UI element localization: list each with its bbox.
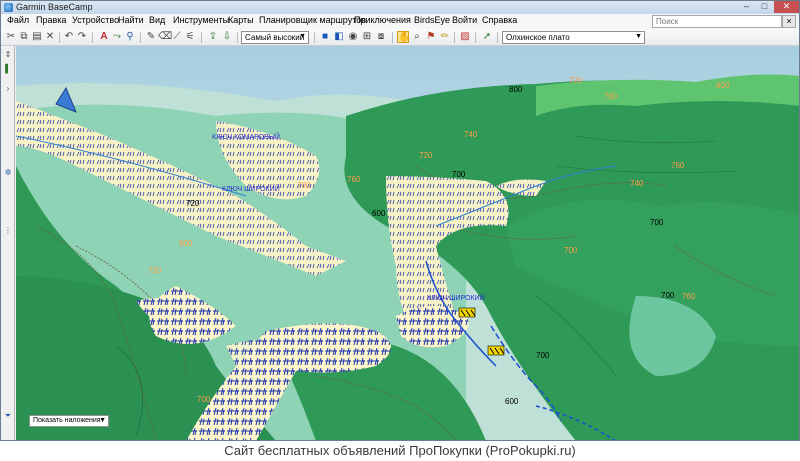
elevation-label: 760 <box>604 92 618 101</box>
elevation-label: 600 <box>505 397 519 406</box>
panel-toggle-icon[interactable]: ⇕ <box>3 50 13 60</box>
basecamp-icon <box>4 3 13 12</box>
map-dropdown[interactable]: Олхинское плато ▼ <box>502 31 645 44</box>
pencil-icon[interactable]: ✎ <box>145 31 157 43</box>
flag-icon[interactable]: ➚ <box>481 31 493 43</box>
label-klyuch-shirokiy-2: КЛЮЧ ШИРОКИЙ <box>427 293 485 302</box>
text-icon[interactable]: A <box>98 31 110 43</box>
elevation-label: 760 <box>671 161 685 170</box>
elevation-label: 720 <box>419 151 433 160</box>
elevation-label: 700 <box>564 246 578 255</box>
hand-icon[interactable]: ✋ <box>397 31 410 43</box>
menu-tools[interactable]: Инструменты <box>173 15 229 25</box>
stripe-icon[interactable]: ▨ <box>459 31 471 43</box>
map-canvas[interactable]: КЛЮЧ КОМАРОВЫЙ КЛЮЧ ШИРОКИЙ КЛЮЧ ШИРОКИЙ… <box>16 46 800 441</box>
watermark-footer: Сайт бесплатных объявлений ПроПокупки (P… <box>0 441 800 461</box>
filter-icon[interactable]: ⏷ <box>3 411 13 421</box>
menu-birdseye[interactable]: BirdsEye <box>414 15 450 25</box>
warning-marker <box>487 345 505 356</box>
elevation-label: 600 <box>372 209 386 218</box>
toolbar: ✂ ⧉ ▤ ✕ ↶ ↷ A ⤳ ⚲ ✎ ⌫ ⟋ ⚟ ⇪ ⇩ Самый высо… <box>1 29 799 46</box>
detail-dropdown[interactable]: Самый высокий ▼ <box>241 31 309 44</box>
overlay-dropdown[interactable]: Показать наложения ▼ <box>29 415 109 427</box>
elevation-label: 700 <box>452 170 466 179</box>
menu-find[interactable]: Найти <box>118 15 144 25</box>
redo-icon[interactable]: ↷ <box>76 31 88 43</box>
route-icon[interactable]: ⚲ <box>124 31 136 43</box>
ruler-icon[interactable]: ⟋ <box>171 31 183 43</box>
elevation-label: 720 <box>148 266 162 275</box>
window-title: Garmin BaseCamp <box>16 2 93 12</box>
map-3d-view[interactable]: КЛЮЧ КОМАРОВЫЙ КЛЮЧ ШИРОКИЙ КЛЮЧ ШИРОКИЙ… <box>16 46 800 441</box>
elevation-label: 800 <box>179 239 193 248</box>
elevation-label: 700 <box>650 218 664 227</box>
pin-icon[interactable]: ⚑ <box>425 31 437 43</box>
elevation-label: 720 <box>569 76 583 85</box>
elevation-label: 700 <box>297 181 311 190</box>
app-window: Garmin BaseCamp – □ ✕ Файл Правка Устрой… <box>0 0 800 441</box>
elevation-label: 760 <box>347 175 361 184</box>
left-panel: ⇕ ▌ › ✲ ⋮ ⏷ <box>1 46 15 440</box>
splitter-icon[interactable]: ⋮ <box>3 226 13 236</box>
eraser-icon[interactable]: ⌫ <box>158 31 172 43</box>
map-dropdown-value: Олхинское плато <box>506 33 570 42</box>
cut-icon[interactable]: ✂ <box>5 31 17 43</box>
zoom-icon[interactable]: ⌕ <box>411 31 423 43</box>
elevation-label: 760 <box>682 292 696 301</box>
chevron-down-icon: ▼ <box>299 33 306 40</box>
paste-icon[interactable]: ▤ <box>31 31 43 43</box>
menu-view[interactable]: Вид <box>149 15 165 25</box>
settings-icon[interactable]: ✲ <box>3 168 13 178</box>
overlay-dropdown-value: Показать наложения <box>33 417 101 424</box>
chevron-down-icon: ▼ <box>99 417 106 424</box>
chevron-down-icon: ▼ <box>635 33 642 40</box>
layers-icon[interactable]: ⧇ <box>375 31 387 43</box>
elevation-label: 720 <box>186 199 200 208</box>
grid-icon[interactable]: ⊞ <box>361 31 373 43</box>
elevation-label: 740 <box>464 130 478 139</box>
measure2-icon[interactable]: ⚟ <box>184 31 196 43</box>
library-icon[interactable]: ▌ <box>3 64 13 74</box>
search-clear-button[interactable]: × <box>782 15 796 28</box>
label-klyuch-shirokiy-1: КЛЮЧ ШИРОКИЙ <box>222 184 280 193</box>
title-bar: Garmin BaseCamp – □ ✕ <box>1 1 799 14</box>
elevation-label: 700 <box>536 351 550 360</box>
menu-edit[interactable]: Правка <box>36 15 66 25</box>
pencil2-icon[interactable]: ✏ <box>439 31 451 43</box>
elevation-label: 700 <box>197 395 211 404</box>
warning-marker <box>458 307 476 318</box>
label-klyuch-komarovy: КЛЮЧ КОМАРОВЫЙ <box>212 132 280 141</box>
minimize-button[interactable]: – <box>738 1 755 13</box>
menu-login[interactable]: Войти <box>452 15 477 25</box>
map-2d-icon[interactable]: ■ <box>319 31 331 43</box>
map-3d-icon[interactable]: ◧ <box>333 31 345 43</box>
elevation-label: 700 <box>661 291 675 300</box>
close-button[interactable]: ✕ <box>774 1 799 13</box>
menu-maps[interactable]: Карты <box>228 15 254 25</box>
menu-device[interactable]: Устройство <box>72 15 119 25</box>
search-input[interactable]: Поиск <box>652 15 782 28</box>
undo-icon[interactable]: ↶ <box>63 31 75 43</box>
menu-file[interactable]: Файл <box>7 15 29 25</box>
collapse-icon[interactable]: › <box>3 84 13 94</box>
measure-icon[interactable]: ⤳ <box>111 31 123 43</box>
maximize-button[interactable]: □ <box>756 1 773 13</box>
menu-help[interactable]: Справка <box>482 15 517 25</box>
send-icon[interactable]: ⇪ <box>207 31 219 43</box>
elevation-label: 740 <box>630 179 644 188</box>
elevation-label: 800 <box>716 81 730 90</box>
globe-icon[interactable]: ◉ <box>347 31 359 43</box>
receive-icon[interactable]: ⇩ <box>221 31 233 43</box>
menu-adventures[interactable]: Приключения <box>354 15 411 25</box>
delete-icon[interactable]: ✕ <box>44 31 56 43</box>
elevation-label: 800 <box>509 85 523 94</box>
menu-route-planner[interactable]: Планировщик маршрутов <box>259 15 366 25</box>
copy-icon[interactable]: ⧉ <box>18 31 30 43</box>
detail-dropdown-value: Самый высокий <box>245 33 305 42</box>
